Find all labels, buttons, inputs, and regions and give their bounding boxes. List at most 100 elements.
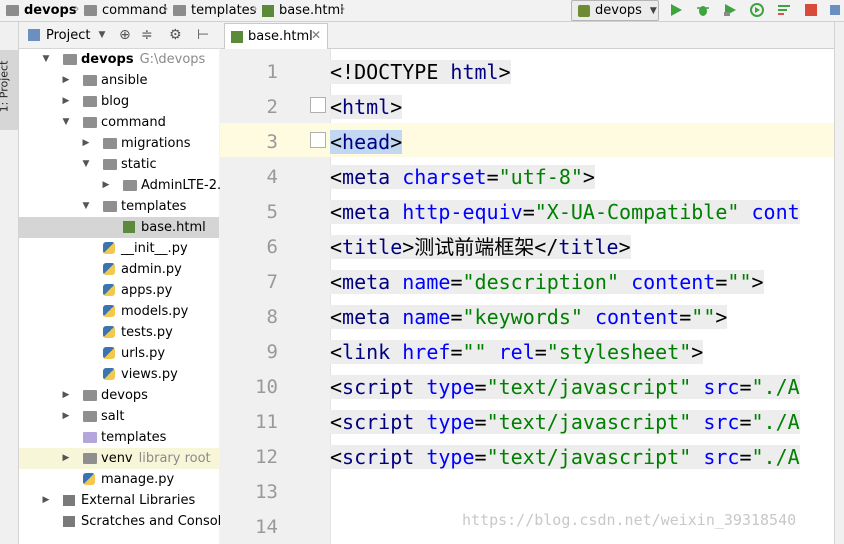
python-file-icon xyxy=(103,242,115,254)
chevron-right-icon[interactable]: ▶ xyxy=(61,70,71,91)
tree-item[interactable]: apps.py xyxy=(19,280,219,301)
fold-marker[interactable] xyxy=(310,97,326,113)
tree-item-label: urls.py xyxy=(121,346,166,361)
chevron-right-icon[interactable]: ▶ xyxy=(61,385,71,406)
line-number: 13 xyxy=(255,481,278,503)
python-file-icon xyxy=(83,473,95,485)
tree-item[interactable]: manage.py xyxy=(19,469,219,490)
code-line[interactable]: <meta http-equiv="X-UA-Compatible" cont xyxy=(330,195,800,230)
folder-icon xyxy=(103,138,117,149)
chevron-down-icon[interactable]: ▼ xyxy=(41,49,51,70)
code-line[interactable]: <html> xyxy=(330,90,403,125)
tree-item[interactable]: ▶ blog xyxy=(19,91,219,112)
line-number: 2 xyxy=(266,96,278,118)
folder-icon xyxy=(83,117,97,128)
hide-icon[interactable]: ⊢ xyxy=(197,27,209,43)
tree-item-label: templates xyxy=(101,430,167,445)
tree-item-label: salt xyxy=(101,409,125,424)
tree-item[interactable]: ▶ AdminLTE-2.4.1 xyxy=(19,175,242,196)
editor-tab-base-html[interactable]: base.html ✕ xyxy=(224,23,328,49)
fold-marker[interactable] xyxy=(310,132,326,148)
code-line[interactable]: <!DOCTYPE html> xyxy=(330,55,511,90)
tree-item[interactable]: ▼ templates xyxy=(19,196,219,217)
folder-icon xyxy=(173,5,186,16)
code-editor[interactable]: 1 <!DOCTYPE html> 2 <html> 3 <head> 4 <meta cha… xyxy=(220,49,834,544)
tree-item[interactable]: ▼ static xyxy=(19,154,219,175)
chevron-down-icon[interactable]: ▼ xyxy=(98,30,105,40)
tree-item[interactable]: ▼ command xyxy=(19,112,219,133)
line-number: 6 xyxy=(266,236,278,258)
code-line[interactable]: <head> xyxy=(330,125,403,160)
breadcrumb-item-devops[interactable]: devops xyxy=(6,2,77,19)
project-view-select[interactable]: Project xyxy=(46,28,90,43)
folder-icon xyxy=(63,54,77,65)
code-line[interactable]: <title>测试前端框架</title> xyxy=(330,230,631,265)
project-panel: Project ▼ ⊕ ≑ ⚙ ⊢ ▼ devops G:\devops ▶ ansib… xyxy=(19,22,242,544)
tree-item[interactable]: ▶ salt xyxy=(19,406,219,427)
tree-item[interactable]: Scratches and Consoles xyxy=(19,511,236,532)
run-configuration-select[interactable]: devops ▼ xyxy=(571,0,659,21)
project-tool-window-tab[interactable]: 1: Project xyxy=(0,50,18,130)
tree-item-label: devops G:\devops xyxy=(81,52,206,67)
build-icon[interactable] xyxy=(828,3,842,17)
tree-item[interactable]: ▶ devops xyxy=(19,385,219,406)
breadcrumb-separator: › xyxy=(74,1,80,17)
python-file-icon xyxy=(103,305,115,317)
tree-item-label: base.html xyxy=(141,220,206,235)
tree-item[interactable]: base.html xyxy=(19,217,219,238)
tree-item-label: admin.py xyxy=(121,262,182,277)
stop-icon[interactable] xyxy=(804,3,818,17)
code-line[interactable]: <meta name="keywords" content=""> xyxy=(330,300,728,335)
chevron-right-icon[interactable]: ▶ xyxy=(81,133,91,154)
tree-item[interactable]: ▶ ansible xyxy=(19,70,219,91)
line-number: 7 xyxy=(266,271,278,293)
gear-icon[interactable]: ⚙ xyxy=(169,27,182,43)
code-line[interactable]: <meta charset="utf-8"> xyxy=(330,160,595,195)
breadcrumb-item-command[interactable]: command xyxy=(84,2,167,19)
tree-item[interactable]: ▶ External Libraries xyxy=(19,490,219,511)
code-line[interactable]: <meta name="description" content=""> xyxy=(330,265,764,300)
breadcrumb-item-templates[interactable]: templates xyxy=(173,2,256,19)
tree-item[interactable]: ▶ venv library root xyxy=(19,448,219,469)
tree-item[interactable]: urls.py xyxy=(19,343,219,364)
tree-item[interactable]: ▶ migrations xyxy=(19,133,219,154)
run-icon[interactable] xyxy=(669,3,683,17)
coverage-icon[interactable] xyxy=(723,3,737,17)
chevron-down-icon[interactable]: ▼ xyxy=(81,154,91,175)
chevron-right-icon[interactable]: ▶ xyxy=(61,448,71,469)
folder-icon xyxy=(83,96,97,107)
tree-item[interactable]: __init__.py xyxy=(19,238,219,259)
chevron-right-icon[interactable]: ▶ xyxy=(61,406,71,427)
debug-icon[interactable] xyxy=(696,3,710,17)
tree-item-label: views.py xyxy=(121,367,178,382)
chevron-right-icon[interactable]: ▶ xyxy=(61,91,71,112)
chevron-right-icon[interactable]: ▶ xyxy=(101,175,111,196)
code-line[interactable]: <script type="text/javascript" src="./A xyxy=(330,405,800,440)
code-line[interactable]: <script type="text/javascript" src="./A xyxy=(330,370,800,405)
tree-item[interactable]: admin.py xyxy=(19,259,219,280)
tree-item[interactable]: views.py xyxy=(19,364,219,385)
locate-icon[interactable]: ⊕ xyxy=(119,27,131,43)
chevron-down-icon[interactable]: ▼ xyxy=(61,112,71,133)
profile-icon[interactable] xyxy=(750,3,764,17)
line-number: 4 xyxy=(266,166,278,188)
folder-icon xyxy=(83,432,97,443)
chevron-down-icon[interactable]: ▼ xyxy=(81,196,91,217)
editor-tab-bar: base.html ✕ xyxy=(220,22,834,49)
code-line[interactable]: <link href="" rel="stylesheet"> xyxy=(330,335,704,370)
tree-item[interactable]: templates xyxy=(19,427,219,448)
line-number: 3 xyxy=(266,131,278,153)
folder-icon xyxy=(103,201,117,212)
concurrency-icon[interactable] xyxy=(777,3,791,17)
tree-item[interactable]: models.py xyxy=(19,301,219,322)
tree-item[interactable]: ▼ devops G:\devops xyxy=(19,49,219,70)
chevron-right-icon[interactable]: ▶ xyxy=(41,490,51,511)
close-icon[interactable]: ✕ xyxy=(311,28,321,42)
breadcrumb-separator: › xyxy=(163,1,169,17)
line-number: 1 xyxy=(266,61,278,83)
code-line[interactable]: <script type="text/javascript" src="./A xyxy=(330,440,800,475)
collapse-icon[interactable]: ≑ xyxy=(141,27,153,43)
breadcrumb-item-base-html[interactable]: base.html xyxy=(262,2,344,19)
tree-item[interactable]: tests.py xyxy=(19,322,219,343)
left-tool-strip: 1: Project xyxy=(0,22,19,544)
